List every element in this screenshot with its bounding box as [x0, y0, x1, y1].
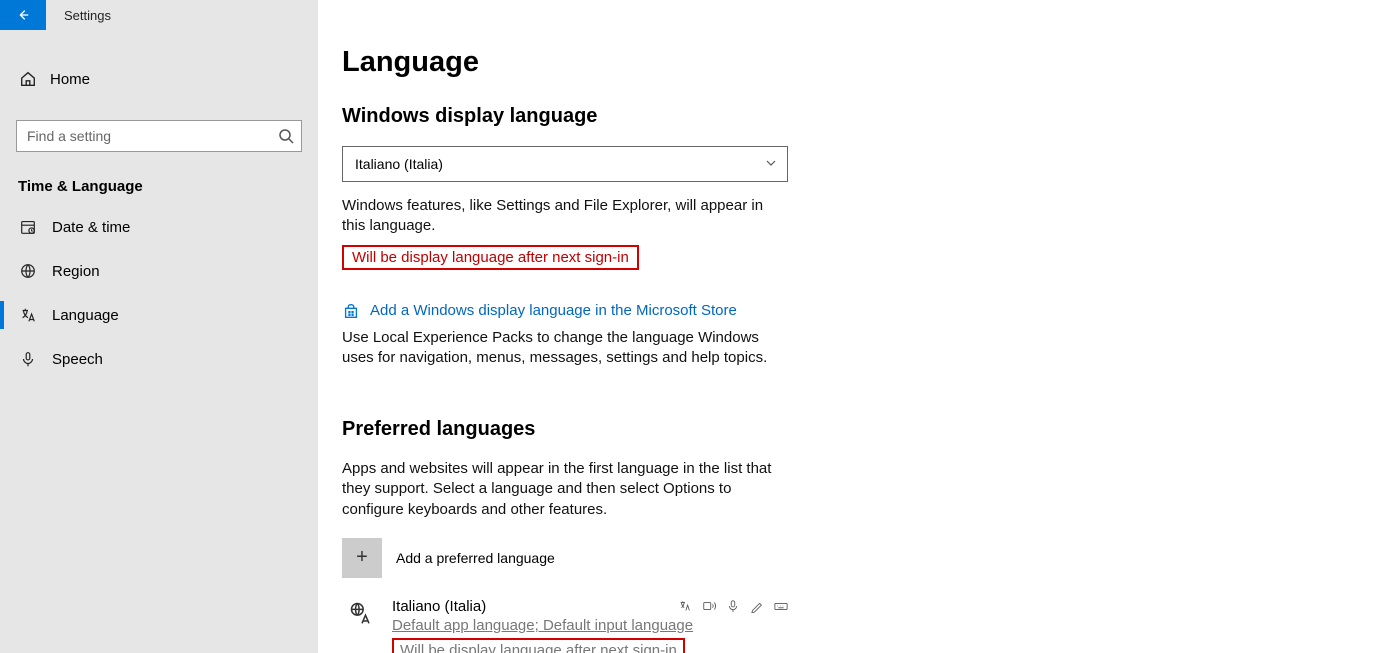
language-item-name: Italiano (Italia)	[392, 598, 486, 615]
microphone-icon	[18, 350, 38, 368]
preferred-languages-heading: Preferred languages	[342, 418, 1361, 441]
plus-button[interactable]: +	[342, 538, 382, 578]
sidebar-item-label: Region	[52, 263, 100, 280]
titlebar: Settings	[0, 0, 318, 30]
sidebar-home-label: Home	[50, 71, 90, 88]
store-link-row[interactable]: Add a Windows display language in the Mi…	[342, 302, 1361, 320]
main-content: Language Windows display language Italia…	[318, 0, 1385, 653]
language-icon	[18, 306, 38, 324]
store-icon	[342, 302, 360, 320]
sidebar-item-home[interactable]: Home	[0, 56, 318, 102]
display-language-helper: Windows features, like Settings and File…	[342, 196, 788, 237]
page-title: Language	[342, 46, 1361, 79]
search-input[interactable]	[16, 120, 302, 152]
language-feature-icons	[678, 599, 788, 613]
text-to-speech-feature-icon	[702, 599, 716, 613]
language-item-icon	[342, 598, 382, 653]
calendar-clock-icon	[18, 218, 38, 236]
handwriting-feature-icon	[750, 599, 764, 613]
sidebar-item-date-time[interactable]: Date & time	[0, 205, 318, 249]
language-item-notice: Will be display language after next sign…	[400, 642, 677, 653]
search-container	[16, 120, 302, 152]
language-item-subtitle: Default app language; Default input lang…	[392, 617, 788, 634]
plus-icon: +	[356, 546, 368, 569]
back-button[interactable]	[0, 0, 46, 30]
search-icon	[278, 128, 294, 144]
sidebar-item-label: Date & time	[52, 219, 130, 236]
home-icon	[18, 70, 38, 88]
display-language-notice-highlight: Will be display language after next sign…	[342, 245, 639, 270]
sidebar-item-speech[interactable]: Speech	[0, 337, 318, 381]
globe-icon	[18, 262, 38, 280]
language-item-notice-highlight: Will be display language after next sign…	[392, 638, 685, 653]
speech-feature-icon	[726, 599, 740, 613]
arrow-left-icon	[16, 8, 30, 22]
store-link[interactable]: Add a Windows display language in the Mi…	[370, 302, 737, 319]
store-helper: Use Local Experience Packs to change the…	[342, 328, 788, 369]
keyboard-feature-icon	[774, 599, 788, 613]
add-language-label: Add a preferred language	[396, 550, 555, 566]
sidebar: Settings Home Time & Language Date & tim…	[0, 0, 318, 653]
sidebar-section-label: Time & Language	[18, 178, 300, 195]
app-title: Settings	[64, 8, 111, 23]
preferred-languages-helper: Apps and websites will appear in the fir…	[342, 459, 788, 520]
language-item[interactable]: Italiano (Italia) Default app language; …	[342, 598, 788, 653]
sidebar-item-region[interactable]: Region	[0, 249, 318, 293]
chevron-down-icon	[765, 156, 777, 172]
display-language-selected: Italiano (Italia)	[355, 156, 443, 172]
display-language-heading: Windows display language	[342, 105, 1361, 128]
add-language-button[interactable]: + Add a preferred language	[342, 538, 1361, 578]
display-feature-icon	[678, 599, 692, 613]
sidebar-item-label: Speech	[52, 351, 103, 368]
sidebar-item-language[interactable]: Language	[0, 293, 318, 337]
display-language-notice: Will be display language after next sign…	[352, 249, 629, 266]
display-language-dropdown[interactable]: Italiano (Italia)	[342, 146, 788, 182]
sidebar-item-label: Language	[52, 307, 119, 324]
